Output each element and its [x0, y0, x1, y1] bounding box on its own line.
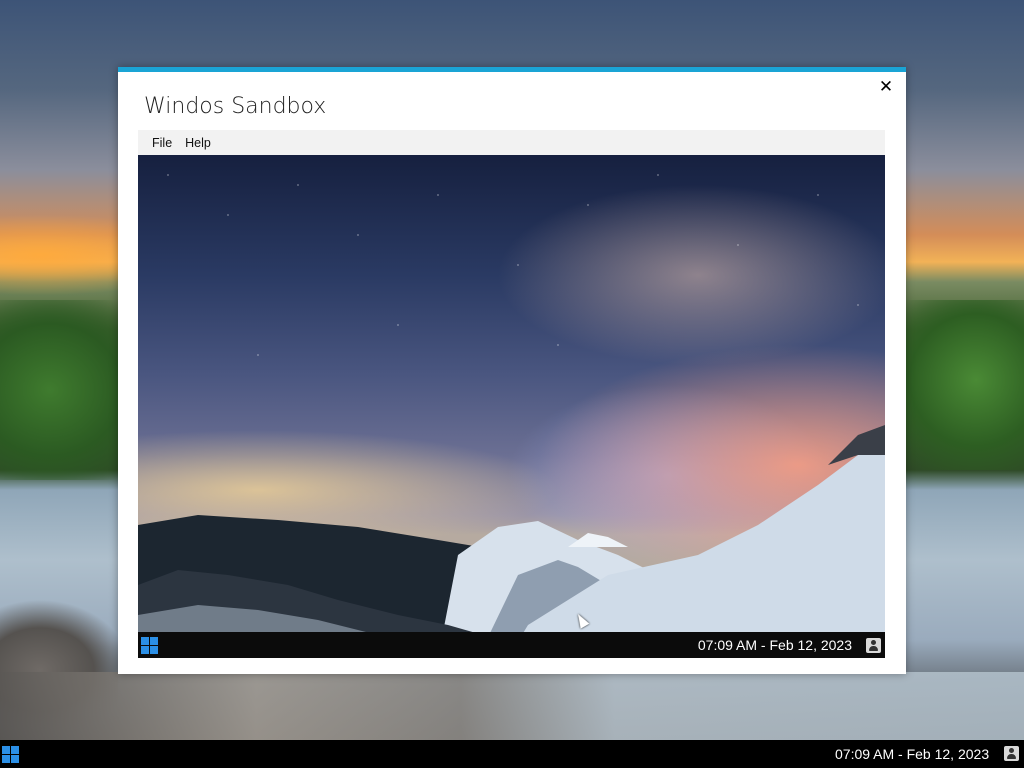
vm-wallpaper-mountains — [138, 425, 885, 658]
menu-help[interactable]: Help — [181, 136, 220, 150]
close-button[interactable]: ✕ — [874, 76, 898, 98]
user-icon[interactable] — [1004, 746, 1019, 761]
user-icon[interactable] — [866, 637, 881, 653]
host-taskbar: 07:09 AM - Feb 12, 2023 — [0, 740, 1024, 768]
menu-file[interactable]: File — [138, 136, 181, 150]
wallpaper-trees-left — [0, 300, 118, 480]
sandbox-vm-display[interactable] — [138, 155, 885, 658]
wallpaper-shore — [0, 672, 1024, 740]
window-title: Windos Sandbox — [144, 94, 327, 119]
windows-logo-icon — [141, 637, 149, 645]
wallpaper-trees-right — [906, 300, 1024, 470]
vm-clock[interactable]: 07:09 AM - Feb 12, 2023 — [698, 637, 852, 653]
host-clock[interactable]: 07:09 AM - Feb 12, 2023 — [835, 746, 989, 762]
close-icon: ✕ — [878, 77, 894, 96]
vm-start-button[interactable] — [141, 637, 158, 654]
windows-logo-icon — [2, 746, 10, 754]
menu-bar: File Help — [138, 130, 885, 155]
sandbox-window: ✕ Windos Sandbox File Help 07:09 AM - Fe… — [118, 67, 906, 674]
host-start-button[interactable] — [2, 746, 19, 763]
vm-taskbar: 07:09 AM - Feb 12, 2023 — [138, 632, 885, 658]
